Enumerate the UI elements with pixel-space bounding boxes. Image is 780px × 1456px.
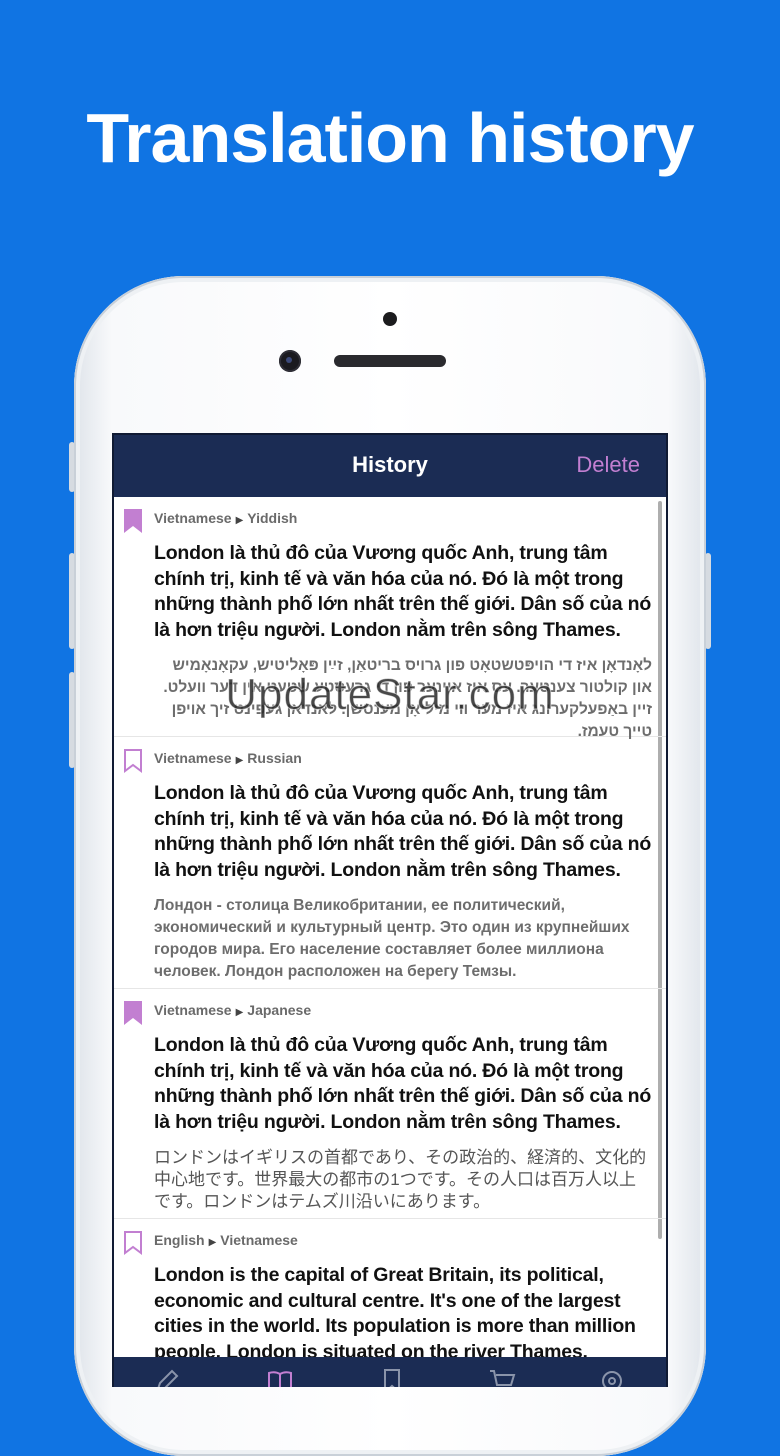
source-text: London là thủ đô của Vương quốc Anh, tru… (154, 542, 652, 641)
source-language: Vietnamese (154, 510, 232, 526)
source-language: Vietnamese (154, 750, 232, 766)
language-pair: English ▶ Vietnamese (154, 1231, 652, 1249)
source-language: English (154, 1232, 205, 1248)
source-language: Vietnamese (154, 1002, 232, 1018)
bookmark-icon[interactable] (378, 1367, 406, 1387)
phone-screen: History Delete Vietnamese ▶ Yiddish London… (112, 433, 668, 1387)
delete-button[interactable]: Delete (576, 452, 640, 478)
bookmark-filled-icon[interactable] (124, 509, 142, 533)
gear-icon[interactable] (598, 1367, 626, 1387)
history-list[interactable]: Vietnamese ▶ Yiddish London là thủ đô của … (114, 497, 666, 1357)
history-entry[interactable]: English ▶ Vietnamese London is the capital… (114, 1219, 666, 1357)
arrow-right-icon: ▶ (208, 1237, 217, 1248)
history-entry[interactable]: Vietnamese ▶ Russian London là thủ đô của … (114, 737, 666, 989)
arrow-right-icon: ▶ (235, 755, 244, 766)
target-language: Yiddish (247, 510, 298, 526)
arrow-right-icon: ▶ (235, 1007, 244, 1018)
tab-bar (114, 1357, 666, 1387)
book-icon[interactable] (266, 1367, 294, 1387)
front-camera (279, 350, 301, 372)
history-entry[interactable]: Vietnamese ▶ Japanese London là thủ đô của… (114, 989, 666, 1219)
translation-text: ロンドンはイギリスの首都であり、その政治的、経済的、文化的中心地です。世界最大の… (154, 1148, 647, 1211)
target-language: Russian (247, 750, 302, 766)
proximity-sensor (383, 312, 397, 326)
watermark: UpdateStar.com (225, 670, 555, 720)
cart-icon[interactable] (488, 1367, 516, 1387)
language-pair: Vietnamese ▶ Yiddish (154, 509, 652, 527)
language-pair: Vietnamese ▶ Japanese (154, 1001, 652, 1019)
target-language: Japanese (247, 1002, 312, 1018)
pencil-icon[interactable] (154, 1367, 182, 1387)
source-text: London là thủ đô của Vương quốc Anh, tru… (154, 782, 652, 881)
bookmark-outline-icon[interactable] (124, 749, 142, 773)
promo-title: Translation history (86, 99, 694, 177)
language-pair: Vietnamese ▶ Russian (154, 749, 652, 767)
bookmark-filled-icon[interactable] (124, 1001, 142, 1025)
source-text: London là thủ đô của Vương quốc Anh, tru… (154, 1034, 652, 1133)
arrow-right-icon: ▶ (235, 515, 244, 526)
navbar: History Delete (114, 435, 666, 497)
translation-text: Лондон - столица Великобритании, ее поли… (154, 897, 630, 980)
source-text: London is the capital of Great Britain, … (154, 1264, 636, 1357)
target-language: Vietnamese (220, 1232, 298, 1248)
earpiece-speaker (334, 355, 446, 367)
bookmark-outline-icon[interactable] (124, 1231, 142, 1255)
